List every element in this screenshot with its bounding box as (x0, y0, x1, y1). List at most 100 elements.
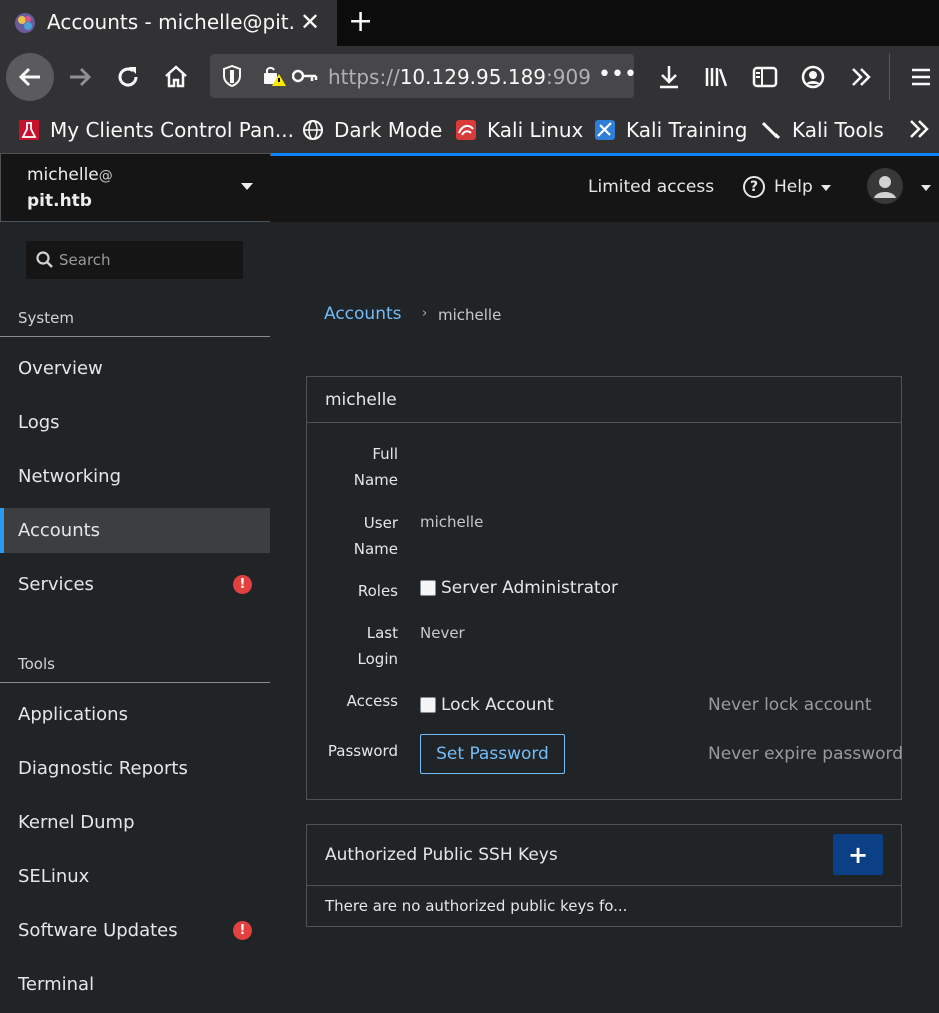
section-system-label: System (18, 309, 74, 327)
sidebar-item-terminal[interactable]: Terminal (0, 962, 270, 1007)
new-tab-icon[interactable]: + (348, 4, 373, 39)
checkbox-box[interactable] (420, 697, 436, 713)
sidebar-icon (752, 66, 778, 88)
shield-icon[interactable] (222, 64, 242, 91)
bookmark-kali-linux[interactable]: Kali Linux (455, 118, 583, 142)
bookmark-label: Kali Training (626, 118, 748, 142)
browser-nav-bar: https://10.129.95.189:909 ••• (0, 46, 939, 108)
alert-icon: ! (233, 921, 252, 940)
ssh-keys-card-header: Authorized Public SSH Keys + (307, 825, 901, 886)
sidebar-item-overview[interactable]: Overview (0, 346, 270, 391)
browser-tab-strip: Accounts - michelle@pit.htb ✕ + (0, 0, 939, 46)
help-menu-button[interactable]: Help (774, 177, 813, 197)
bookmark-label: Kali Tools (792, 118, 884, 142)
bookmark-kali-training[interactable]: Kali Training (594, 118, 747, 142)
url-text[interactable]: https://10.129.95.189:909 (328, 65, 604, 89)
bookmarks-bar: My Clients Control Pan... Dark Mode Kali… (0, 108, 939, 153)
server-admin-checkbox[interactable]: Server Administrator (420, 578, 618, 598)
user-name-value: michelle (420, 513, 484, 531)
lock-account-checkbox[interactable]: Lock Account (420, 695, 554, 715)
ssh-keys-title: Authorized Public SSH Keys (325, 845, 558, 865)
kali-dragon-icon (455, 119, 477, 141)
host-switcher[interactable]: michelle@ pit.htb (0, 153, 271, 222)
password-label: Password (327, 742, 398, 760)
add-ssh-key-button[interactable]: + (833, 834, 883, 875)
reload-icon (118, 67, 138, 87)
reload-button[interactable] (112, 61, 144, 93)
help-icon[interactable]: ? (743, 176, 765, 198)
bookmarks-overflow-button[interactable] (907, 118, 931, 140)
chevron-double-right-icon (910, 120, 929, 138)
bookmark-label: Dark Mode (334, 118, 443, 142)
user-name-label: User Name (353, 514, 398, 558)
globe-icon (302, 119, 324, 141)
cockpit-topbar: Limited access ? Help (270, 156, 939, 222)
bookmark-label: My Clients Control Pan... (50, 118, 294, 142)
overflow-button[interactable] (845, 61, 877, 93)
checkbox-box[interactable] (420, 580, 436, 596)
bookmark-kali-tools[interactable]: Kali Tools (760, 118, 884, 142)
search-icon (36, 251, 53, 272)
sidebar-item-kernel-dump[interactable]: Kernel Dump (0, 800, 270, 845)
server-admin-label: Server Administrator (441, 578, 619, 598)
key-icon[interactable] (291, 66, 318, 90)
sidebar-item-diagnostic-reports[interactable]: Diagnostic Reports (0, 746, 270, 791)
tab-title: Accounts - michelle@pit.htb (47, 10, 295, 34)
account-button[interactable] (797, 61, 829, 93)
sidebar-item-logs[interactable]: Logs (0, 400, 270, 445)
sidebar-item-software-updates[interactable]: Software Updates ! (0, 908, 270, 953)
avatar[interactable] (867, 168, 903, 204)
downloads-button[interactable] (653, 61, 685, 93)
sidebar-item-networking[interactable]: Networking (0, 454, 270, 499)
lock-account-status-link[interactable]: Never lock account (708, 695, 872, 715)
bookmark-dark-mode[interactable]: Dark Mode (302, 118, 442, 142)
kali-training-icon (594, 119, 616, 141)
account-icon (801, 65, 825, 89)
host-name: pit.htb (27, 191, 92, 211)
account-card-header: michelle (307, 377, 901, 423)
page-actions-icon[interactable]: ••• (598, 62, 637, 87)
alert-icon: ! (233, 575, 252, 594)
flask-icon (18, 119, 40, 141)
breadcrumb-separator: › (422, 306, 428, 321)
toolbar-divider (889, 54, 890, 100)
close-tab-icon[interactable]: ✕ (300, 8, 320, 36)
limited-access-button[interactable]: Limited access (588, 177, 714, 197)
library-button[interactable] (701, 61, 733, 93)
host-user: michelle@ (27, 165, 113, 185)
breadcrumb-accounts-link[interactable]: Accounts (324, 304, 402, 324)
access-label: Access (346, 692, 398, 710)
caret-down-icon[interactable] (921, 185, 931, 191)
menu-button[interactable] (905, 61, 937, 93)
roles-label: Roles (357, 582, 398, 600)
search-input[interactable]: Search (26, 241, 243, 279)
set-password-button[interactable]: Set Password (420, 734, 565, 774)
back-button[interactable] (6, 53, 54, 101)
bookmark-label: Kali Linux (487, 118, 584, 142)
forward-button[interactable] (64, 61, 96, 93)
browser-tab-accounts[interactable]: Accounts - michelle@pit.htb ✕ (0, 0, 337, 46)
sidebar-item-services[interactable]: Services ! (0, 562, 270, 607)
caret-down-icon (241, 183, 253, 190)
ssh-keys-card: Authorized Public SSH Keys + There are n… (306, 824, 902, 927)
bookmark-clients-control-panel[interactable]: My Clients Control Pan... (18, 118, 294, 142)
kali-tools-icon (760, 119, 782, 141)
insecure-lock-icon[interactable] (262, 64, 288, 92)
sidebar-item-selinux[interactable]: SELinux (0, 854, 270, 899)
section-divider (0, 682, 270, 683)
section-divider (0, 336, 270, 337)
last-login-value: Never (420, 624, 465, 642)
account-card: michelle Full Name User Name michelle Role… (306, 376, 903, 800)
home-button[interactable] (160, 61, 192, 93)
password-expiry-status-link[interactable]: Never expire password (708, 744, 903, 764)
cockpit-favicon-icon (14, 12, 36, 34)
sidebar-item-applications[interactable]: Applications (0, 692, 270, 737)
account-card-title: michelle (325, 390, 397, 410)
sidebar-toggle-button[interactable] (749, 61, 781, 93)
home-icon (165, 65, 187, 88)
ssh-keys-empty-message: There are no authorized public keys fo..… (325, 897, 628, 915)
search-placeholder: Search (59, 251, 111, 269)
sidebar-item-accounts[interactable]: Accounts (0, 508, 270, 553)
url-bar[interactable]: https://10.129.95.189:909 ••• (210, 54, 637, 98)
section-tools-label: Tools (18, 655, 55, 673)
